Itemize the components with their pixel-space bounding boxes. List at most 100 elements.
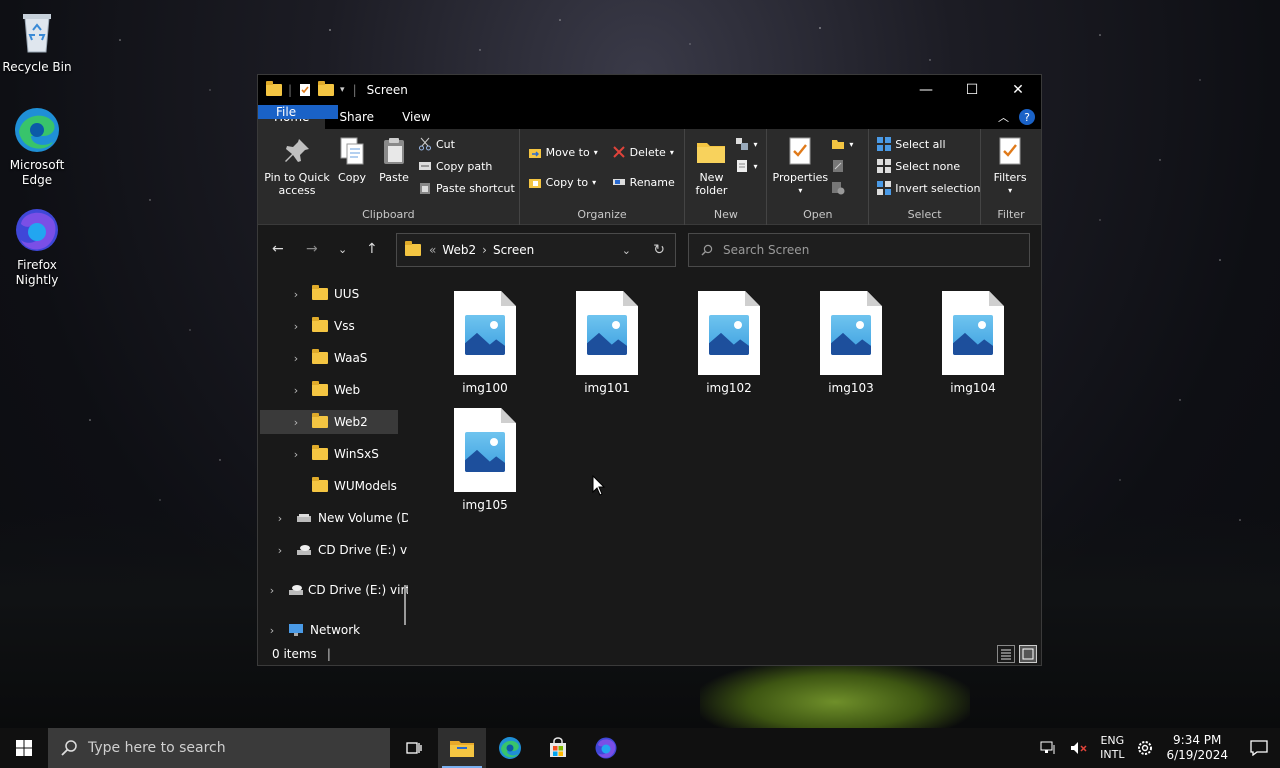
expand-chevron-icon[interactable]: › xyxy=(264,624,280,637)
select-all-button[interactable]: Select all xyxy=(877,137,946,151)
breadcrumb-item-web2[interactable]: Web2 xyxy=(442,243,476,257)
properties-button[interactable]: Properties ▾ xyxy=(771,135,829,197)
input-language-indicator[interactable]: ENG INTL xyxy=(1100,734,1124,762)
taskbar-firefox-nightly[interactable] xyxy=(582,728,630,768)
copy-button[interactable]: Copy xyxy=(334,135,370,184)
file-item[interactable]: img102 xyxy=(689,291,769,395)
breadcrumb-overflow[interactable]: « xyxy=(429,243,436,257)
tree-item-cd-drive[interactable]: › CD Drive (E:) vi xyxy=(272,538,408,562)
tree-item-wumodels[interactable]: WUModels xyxy=(304,474,397,498)
tab-file[interactable]: File xyxy=(258,105,338,119)
maximize-button[interactable]: ☐ xyxy=(949,75,995,105)
expand-chevron-icon[interactable]: › xyxy=(288,416,304,429)
file-explorer-window[interactable]: | ▾ | Screen — ☐ ✕ File Home Share View … xyxy=(257,74,1042,666)
notifications-icon[interactable] xyxy=(1250,740,1268,756)
open-button[interactable]: ▾ xyxy=(831,137,853,151)
expand-chevron-icon[interactable]: › xyxy=(288,288,304,301)
navigation-bar: ← → ⌄ ↑ « Web2 › Screen ⌄ ↻ Search Scree… xyxy=(258,225,1041,275)
file-list[interactable]: img100 img101 img102 img103 img104 img10… xyxy=(418,275,1041,645)
navigation-pane-scrollbar[interactable] xyxy=(404,585,406,625)
tree-item-vss[interactable]: › Vss xyxy=(288,314,355,338)
forward-arrow-icon[interactable]: → xyxy=(306,241,318,257)
file-item[interactable]: img100 xyxy=(445,291,525,395)
expand-chevron-icon[interactable]: › xyxy=(288,320,304,333)
taskbar-search-box[interactable]: Type here to search xyxy=(48,728,390,768)
close-button[interactable]: ✕ xyxy=(995,75,1041,105)
ribbon-group-select: Select all Select none Invert selection … xyxy=(869,129,982,225)
paste-shortcut-button[interactable]: Paste shortcut xyxy=(418,181,515,195)
desktop-icon-recycle-bin[interactable]: Recycle Bin xyxy=(0,8,74,75)
search-box[interactable]: Search Screen xyxy=(688,233,1030,267)
large-icons-view-button[interactable] xyxy=(1019,645,1037,663)
details-view-button[interactable] xyxy=(997,645,1015,663)
cut-button[interactable]: Cut xyxy=(418,137,455,151)
expand-chevron-icon[interactable]: › xyxy=(288,448,304,461)
tree-item-waas[interactable]: › WaaS xyxy=(288,346,367,370)
edge-icon xyxy=(13,106,61,154)
up-arrow-icon[interactable]: ↑ xyxy=(366,241,378,257)
desktop-icon-firefox-nightly[interactable]: Firefox Nightly xyxy=(0,206,74,288)
recent-locations-chevron-icon[interactable]: ⌄ xyxy=(338,243,347,256)
pin-to-quick-access-button[interactable]: Pin to Quick access xyxy=(264,135,330,197)
tree-item-cd-drive-root[interactable]: › CD Drive (E:) virti xyxy=(264,578,408,602)
network-status-icon[interactable] xyxy=(1040,741,1058,755)
paste-button[interactable]: Paste xyxy=(376,135,412,184)
microsoft-store-icon xyxy=(550,737,566,757)
move-to-button[interactable]: Move to ▾ xyxy=(528,145,598,159)
new-folder-icon[interactable] xyxy=(318,81,335,96)
address-bar[interactable]: « Web2 › Screen ⌄ ↻ xyxy=(396,233,676,267)
task-view-button[interactable] xyxy=(390,728,438,768)
collapse-ribbon-chevron-icon[interactable]: ︿ xyxy=(998,109,1009,125)
copy-to-button[interactable]: Copy to ▾ xyxy=(528,175,596,189)
taskbar-file-explorer[interactable] xyxy=(438,728,486,768)
customize-qat-chevron-icon[interactable]: ▾ xyxy=(340,85,345,95)
properties-icon[interactable] xyxy=(298,83,312,97)
clock[interactable]: 9:34 PM 6/19/2024 xyxy=(1166,733,1228,763)
delete-button[interactable]: Delete ▾ xyxy=(612,145,674,159)
expand-chevron-icon[interactable]: › xyxy=(288,352,304,365)
ribbon-group-label: Filter xyxy=(997,208,1025,221)
tree-item-new-volume[interactable]: › New Volume (D xyxy=(272,506,408,530)
tree-item-web[interactable]: › Web xyxy=(288,378,360,402)
help-icon[interactable]: ? xyxy=(1019,109,1035,125)
address-dropdown-chevron-icon[interactable]: ⌄ xyxy=(622,244,631,257)
tree-item-network[interactable]: › Network xyxy=(264,618,360,642)
back-arrow-icon[interactable]: ← xyxy=(272,241,284,257)
easy-access-button[interactable]: ▾ xyxy=(735,159,757,173)
tree-item-web2[interactable]: › Web2 xyxy=(260,410,398,434)
file-item[interactable]: img104 xyxy=(933,291,1013,395)
taskbar-edge[interactable] xyxy=(486,728,534,768)
file-item[interactable]: img103 xyxy=(811,291,891,395)
breadcrumb-item-screen[interactable]: Screen xyxy=(493,243,534,257)
filters-button[interactable]: Filters ▾ xyxy=(987,135,1033,197)
tree-item-label: New Volume (D xyxy=(318,511,408,525)
ribbon-group-filter: Filters ▾ Filter xyxy=(981,129,1041,225)
expand-chevron-icon[interactable]: › xyxy=(264,584,280,597)
select-none-button[interactable]: Select none xyxy=(877,159,960,173)
desktop-icon-edge[interactable]: Microsoft Edge xyxy=(0,106,74,188)
invert-selection-button[interactable]: Invert selection xyxy=(877,181,981,195)
new-folder-button[interactable]: New folder xyxy=(691,135,731,197)
file-item[interactable]: img101 xyxy=(567,291,647,395)
refresh-icon[interactable]: ↻ xyxy=(653,242,665,258)
rename-button[interactable]: Rename xyxy=(612,175,675,189)
new-item-button[interactable]: ▾ xyxy=(735,137,757,151)
expand-chevron-icon[interactable]: › xyxy=(272,544,288,557)
title-bar[interactable]: | ▾ | Screen — ☐ ✕ xyxy=(258,75,1041,105)
taskbar-microsoft-store[interactable] xyxy=(534,728,582,768)
navigation-pane[interactable]: › UUS › Vss › WaaS › Web › Web2 › WinSxS… xyxy=(258,275,408,645)
tree-item-winsxs[interactable]: › WinSxS xyxy=(288,442,379,466)
volume-muted-icon[interactable] xyxy=(1070,741,1088,755)
tab-view[interactable]: View xyxy=(388,105,444,129)
select-all-label: Select all xyxy=(895,137,946,151)
copy-path-button[interactable]: Copy path xyxy=(418,159,492,173)
file-item[interactable]: img105 xyxy=(445,408,525,512)
history-button[interactable] xyxy=(831,181,845,195)
start-button[interactable] xyxy=(0,728,48,768)
settings-gear-icon[interactable] xyxy=(1136,739,1154,757)
minimize-button[interactable]: — xyxy=(903,75,949,105)
edit-button[interactable] xyxy=(831,159,845,173)
expand-chevron-icon[interactable]: › xyxy=(272,512,288,525)
expand-chevron-icon[interactable]: › xyxy=(288,384,304,397)
tree-item-uus[interactable]: › UUS xyxy=(288,282,359,306)
